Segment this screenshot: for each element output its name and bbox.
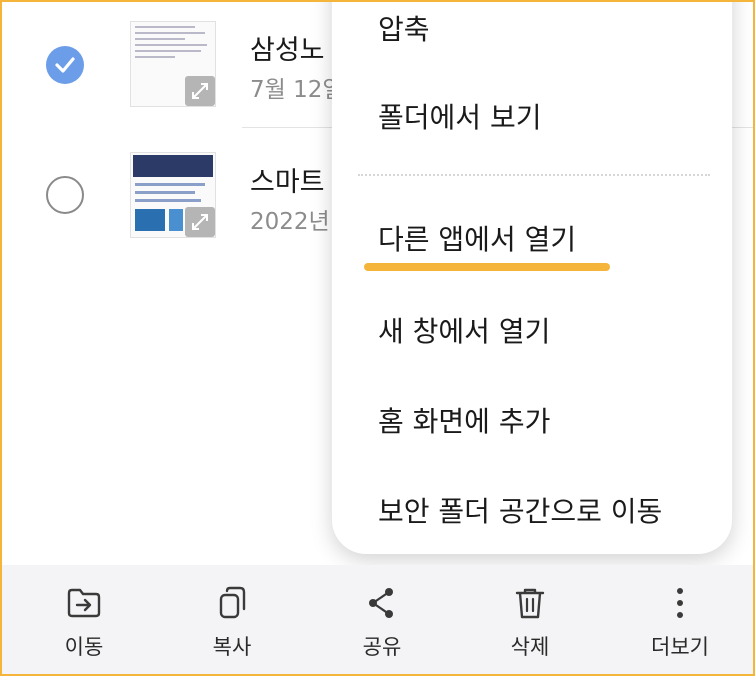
file-date: 2022년 — [250, 209, 330, 235]
screen: 삼성노 7월 12일 스마트 2022년 압축 폴더에서 보기 다른 앱에서 열… — [0, 0, 755, 676]
menu-separator — [358, 174, 710, 176]
menu-item-open-in-other-app[interactable]: 다른 앱에서 열기 — [378, 218, 576, 258]
file-thumbnail[interactable] — [130, 21, 216, 107]
expand-icon[interactable] — [185, 76, 215, 106]
bottom-toolbar: 이동 복사 공유 삭제 더보기 — [2, 565, 753, 674]
share-button[interactable]: 공유 — [322, 565, 442, 674]
file-name: 스마트 — [250, 167, 325, 198]
document-preview — [131, 26, 215, 58]
more-vertical-icon — [677, 588, 683, 618]
menu-item-open-in-new-window[interactable]: 새 창에서 열기 — [378, 310, 550, 350]
file-thumbnail[interactable] — [130, 152, 216, 238]
menu-item-compress[interactable]: 압축 — [378, 8, 430, 48]
selected-checkbox[interactable] — [46, 46, 84, 84]
move-button[interactable]: 이동 — [24, 565, 144, 674]
webpage-preview — [133, 155, 213, 177]
copy-label: 복사 — [212, 635, 252, 659]
highlight-underline — [364, 263, 610, 271]
delete-label: 삭제 — [510, 635, 550, 659]
more-button[interactable]: 더보기 — [620, 565, 740, 674]
menu-item-move-to-secure-folder[interactable]: 보안 폴더 공간으로 이동 — [378, 490, 662, 530]
trash-icon — [515, 588, 545, 619]
share-label: 공유 — [362, 635, 402, 659]
folder-move-icon — [67, 588, 101, 618]
expand-icon[interactable] — [185, 207, 215, 237]
menu-item-add-to-home[interactable]: 홈 화면에 추가 — [378, 400, 550, 440]
share-icon — [369, 588, 393, 618]
more-label: 더보기 — [651, 635, 709, 659]
checkmark-icon — [55, 57, 75, 73]
copy-button[interactable]: 복사 — [172, 565, 292, 674]
file-name: 삼성노 — [250, 35, 325, 66]
unselected-checkbox[interactable] — [46, 176, 84, 214]
copy-icon — [219, 586, 246, 619]
file-date: 7월 12일 — [250, 77, 344, 103]
delete-button[interactable]: 삭제 — [470, 565, 590, 674]
more-options-menu: 압축 폴더에서 보기 다른 앱에서 열기 새 창에서 열기 홈 화면에 추가 보… — [332, 2, 732, 554]
menu-item-view-in-folder[interactable]: 폴더에서 보기 — [378, 96, 541, 136]
move-label: 이동 — [64, 635, 104, 659]
